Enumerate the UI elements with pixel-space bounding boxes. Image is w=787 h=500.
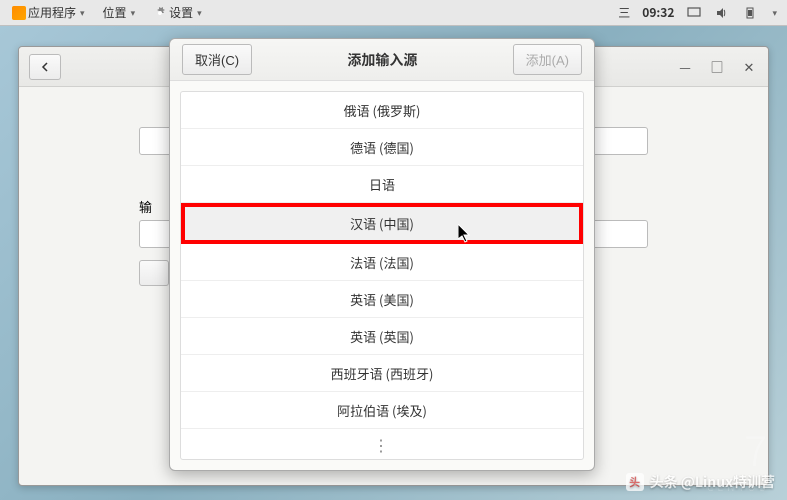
display-icon[interactable]	[686, 5, 702, 21]
list-item[interactable]: 阿拉伯语 (埃及)	[181, 392, 583, 429]
list-item[interactable]: 德语 (德国)	[181, 129, 583, 166]
chevron-down-icon: ▾	[197, 6, 202, 19]
add-input-source-dialog: 取消(C) 添加输入源 添加(A) 俄语 (俄罗斯) 德语 (德国) 日语 汉语…	[169, 38, 595, 471]
chevron-down-icon[interactable]: ▾	[772, 6, 777, 19]
clock-day[interactable]: 三	[618, 4, 630, 21]
add-button[interactable]	[139, 260, 169, 286]
list-item[interactable]: 西班牙语 (西班牙)	[181, 355, 583, 392]
clock-time[interactable]: 09:32	[642, 4, 674, 21]
list-item[interactable]: 英语 (美国)	[181, 281, 583, 318]
maximize-button[interactable]: □	[708, 58, 726, 76]
volume-icon[interactable]	[714, 5, 730, 21]
minimize-button[interactable]: —	[676, 58, 694, 76]
dialog-header: 取消(C) 添加输入源 添加(A)	[170, 39, 594, 81]
list-item[interactable]: 汉语 (中国)	[181, 203, 583, 244]
applications-icon	[12, 6, 26, 20]
cancel-button[interactable]: 取消(C)	[182, 44, 252, 75]
list-item[interactable]: 英语 (英国)	[181, 318, 583, 355]
close-button[interactable]: ✕	[740, 58, 758, 76]
list-item[interactable]: 日语	[181, 166, 583, 203]
list-item[interactable]: 俄语 (俄罗斯)	[181, 92, 583, 129]
chevron-down-icon: ▾	[80, 6, 85, 19]
list-item[interactable]: 法语 (法国)	[181, 244, 583, 281]
menu-places[interactable]: 位置 ▾	[95, 1, 144, 24]
menu-applications[interactable]: 应用程序 ▾	[4, 1, 93, 24]
input-source-list: 俄语 (俄罗斯) 德语 (德国) 日语 汉语 (中国) 法语 (法国) 英语 (…	[180, 91, 584, 460]
chevron-down-icon: ▾	[131, 6, 136, 19]
more-indicator-icon[interactable]: ⋮	[181, 429, 583, 459]
gear-icon	[153, 6, 167, 20]
toutiao-icon: 头	[626, 473, 644, 491]
add-button[interactable]: 添加(A)	[513, 44, 582, 75]
menu-settings[interactable]: 设置 ▾	[145, 1, 210, 24]
watermark: 头 头条 @Linux特训营	[626, 472, 775, 492]
back-button[interactable]	[29, 54, 61, 80]
top-panel: 应用程序 ▾ 位置 ▾ 设置 ▾ 三 09:32 ▾	[0, 0, 787, 26]
power-icon[interactable]	[742, 5, 758, 21]
dialog-title: 添加输入源	[347, 50, 417, 70]
